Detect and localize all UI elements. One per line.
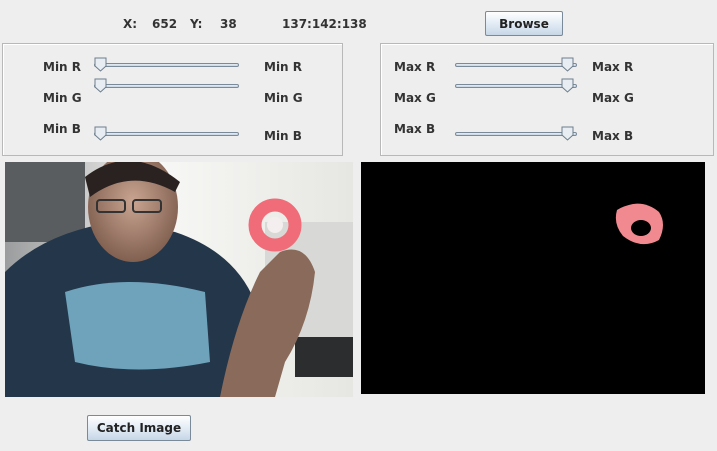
max-g-value-label: Max G [592,91,634,105]
max-threshold-panel: Max R Max R Max G Max G Max B Max B [380,43,714,156]
catch-image-button[interactable]: Catch Image [87,415,191,441]
filtered-mask-image [361,162,705,394]
max-g-label: Max G [394,91,436,105]
max-r-label: Max R [394,60,436,74]
x-label: X: [123,17,138,31]
min-r-slider-thumb[interactable] [94,57,107,72]
min-g-value-label: Min G [264,91,303,105]
max-b-slider-thumb[interactable] [561,126,574,141]
min-g-label: Min G [43,91,82,105]
max-g-slider-track[interactable] [455,84,577,88]
min-r-value-label: Min R [264,60,303,74]
min-b-value-label: Min B [264,129,302,143]
x-value: 652 [152,17,178,31]
min-b-slider-thumb[interactable] [94,126,107,141]
min-threshold-panel: Min R Min R Min G Min G Min B Min B [2,43,343,156]
min-r-label: Min R [43,60,82,74]
min-b-label: Min B [43,122,81,136]
max-b-value-label: Max B [592,129,634,143]
camera-feed-image [5,162,353,397]
min-r-slider-track[interactable] [94,63,239,67]
y-value: 38 [220,17,237,31]
min-g-slider-thumb[interactable] [94,78,107,93]
rgb-value: 137:142:138 [282,17,367,31]
min-g-slider-track[interactable] [94,84,239,88]
min-b-slider-track[interactable] [94,132,239,136]
max-r-slider-thumb[interactable] [561,57,574,72]
max-r-slider-track[interactable] [455,63,577,67]
browse-button[interactable]: Browse [485,11,563,36]
max-b-slider-track[interactable] [455,132,577,136]
max-r-value-label: Max R [592,60,634,74]
max-g-slider-thumb[interactable] [561,78,574,93]
y-label: Y: [190,17,203,31]
max-b-label: Max B [394,122,436,136]
